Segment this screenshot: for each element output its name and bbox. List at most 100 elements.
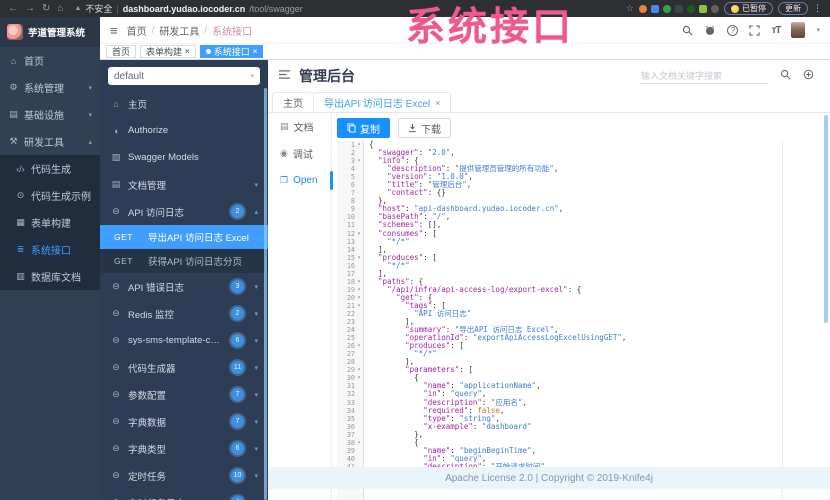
sidebar-subitem-系统接口[interactable]: ≣ 系统接口 [0, 236, 100, 263]
sidebar-subitem-表单构建[interactable]: ▦ 表单构建 [0, 209, 100, 236]
sidebar-subitem-数据库文档[interactable]: ▥ 数据库文档 [0, 263, 100, 290]
mini-tab-Open[interactable]: ❐ Open [268, 167, 333, 194]
extension-icon[interactable] [699, 4, 707, 13]
copy-button[interactable]: 复制 [337, 118, 390, 138]
operation-导出API 访问日志 Excel[interactable]: GET 导出API 访问日志 Excel [100, 225, 268, 249]
update-button[interactable]: 更新 [778, 2, 808, 15]
api-group-代码生成器[interactable]: ⊖ 代码生成器 11 ▾ [100, 354, 268, 381]
api-item-label: Authorize [128, 125, 169, 136]
tag-首页[interactable]: 首页 [106, 45, 137, 58]
sidebar-subitem-代码生成示例[interactable]: ⊙ 代码生成示例 [0, 182, 100, 209]
fold-icon[interactable]: ▾ [355, 141, 363, 149]
browser-home-icon[interactable]: ⌂ [57, 3, 63, 14]
mini-tab-调试[interactable]: ◉ 调试 [268, 140, 331, 167]
doc-tab-导出API 访问日志 Excel[interactable]: 导出API 访问日志 Excel × [313, 92, 452, 112]
mini-tab-文档[interactable]: ▤ 文档 [268, 113, 331, 140]
fold-icon[interactable]: ▾ [355, 157, 363, 165]
api-group-字典数据[interactable]: ⊖ 字典数据 7 ▾ [100, 408, 268, 435]
api-group-参数配置[interactable]: ⊖ 参数配置 7 ▾ [100, 381, 268, 408]
api-item-Authorize[interactable]: ◖ Authorize [100, 117, 268, 144]
avatar[interactable] [791, 22, 806, 38]
close-icon[interactable]: × [253, 47, 258, 56]
chevron-down-icon: ▾ [250, 73, 254, 80]
app-title: 芋道管理系统 [28, 28, 86, 39]
help-icon[interactable]: ? [727, 24, 739, 36]
tag-系统接口[interactable]: 系统接口 × [199, 45, 264, 58]
lock-icon: ◖ [113, 125, 119, 136]
emoji-extension-icon [731, 4, 739, 13]
bookmark-star-icon[interactable]: ☆ [626, 3, 634, 14]
back-icon[interactable]: ← [8, 3, 18, 14]
forward-icon[interactable]: → [25, 3, 35, 14]
fold-icon[interactable]: ▾ [355, 254, 363, 262]
extension-icon[interactable] [663, 4, 671, 13]
fold-icon[interactable]: ▾ [355, 230, 363, 238]
fold-icon[interactable]: ▾ [355, 439, 363, 447]
search-icon[interactable] [682, 25, 693, 36]
operation-获得API 访问日志分页[interactable]: GET 获得API 访问日志分页 [100, 249, 268, 273]
extension-icon[interactable] [687, 4, 695, 13]
extension-icon[interactable] [675, 4, 683, 13]
search-icon[interactable] [780, 67, 791, 85]
fold-icon[interactable]: ▾ [355, 374, 363, 382]
download-button[interactable]: 下载 [398, 118, 451, 138]
line-number: 37 [346, 430, 355, 439]
fold-icon[interactable]: ▾ [355, 302, 363, 310]
api-group-API 错误日志[interactable]: ⊖ API 错误日志 3 ▾ [100, 273, 268, 300]
fold-icon[interactable]: ▾ [355, 278, 363, 286]
extension-icon[interactable] [711, 4, 719, 13]
close-icon[interactable]: × [435, 98, 440, 108]
sidebar-scrollbar[interactable] [264, 88, 267, 500]
fullscreen-icon[interactable] [749, 24, 761, 36]
gutter-line: 15 ▾ [337, 254, 363, 262]
fold-icon[interactable]: ▾ [355, 342, 363, 350]
chevron-down-icon[interactable]: ▾ [816, 26, 820, 34]
collapse-icon[interactable] [278, 67, 291, 85]
group-select[interactable]: default ▾ [108, 67, 260, 85]
line-number: 7 [350, 189, 355, 198]
sidebar-item-研发工具[interactable]: ⚒ 研发工具 ▴ [0, 128, 100, 155]
api-group-sys-sms-template-controller[interactable]: ⊖ sys-sms-template-controller 6 ▾ [100, 327, 268, 354]
sidebar-item-基础设施[interactable]: ▤ 基础设施 ▾ [0, 101, 100, 128]
browser-menu-icon[interactable]: ⋮ [813, 3, 822, 14]
fold-icon[interactable]: ▾ [355, 286, 363, 294]
api-group-API 访问日志[interactable]: ⊖ API 访问日志 2 ▴ [100, 198, 268, 225]
reload-icon[interactable]: ↻ [42, 3, 50, 14]
extension-icon[interactable] [651, 4, 659, 13]
gutter-line: 2 [337, 149, 363, 157]
api-group-定时任务[interactable]: ⊖ 定时任务 10 ▾ [100, 462, 268, 489]
paused-button[interactable]: 已暂停 [724, 2, 773, 15]
breadcrumb-devtools[interactable]: 研发工具 [159, 23, 199, 38]
sidebar-subitem-代码生成[interactable]: ‹/› 代码生成 [0, 155, 100, 182]
api-group-定时任务日志[interactable]: ⊖定时任务日志4▾ [100, 489, 268, 500]
api-item-Swagger Models[interactable]: ▧ Swagger Models [100, 144, 268, 171]
tag-表单构建[interactable]: 表单构建 × [140, 45, 196, 58]
breadcrumb-current: 系统接口 [212, 26, 253, 38]
expand-icon[interactable] [803, 67, 814, 85]
line-number: 19 [346, 285, 355, 294]
content-scrollbar[interactable] [824, 115, 828, 323]
tags-view: 首页 表单构建 × 系统接口 × [100, 44, 830, 60]
api-group-字典类型[interactable]: ⊖ 字典类型 6 ▾ [100, 435, 268, 462]
hamburger-icon[interactable]: ≡ [110, 23, 118, 38]
font-size-icon[interactable]: тT [771, 25, 781, 36]
app-logo[interactable]: 芋道管理系统 [0, 17, 100, 47]
fold-icon[interactable]: ▾ [355, 294, 363, 302]
sidebar-item-首页[interactable]: ⌂ 首页 [0, 47, 100, 74]
gutter-line: 5 [337, 173, 363, 181]
github-icon[interactable] [704, 25, 716, 36]
address-bar[interactable]: ▲ 不安全 | dashboard.yudao.iocoder.cn/tool/… [74, 2, 302, 15]
api-group-Redis 监控[interactable]: ⊖ Redis 监控 2 ▾ [100, 300, 268, 327]
breadcrumb-home[interactable]: 首页 [127, 23, 147, 38]
fold-icon[interactable]: ▾ [355, 366, 363, 374]
line-number: 1 [350, 141, 355, 149]
code-editor[interactable]: 1 ▾ 2 3 ▾ 4 5 6 7 8 9 10 11 12 ▾ 13 14 15 ▾ 16 1… [337, 141, 823, 500]
api-item-文档管理[interactable]: ▤ 文档管理 ▾ [100, 171, 268, 198]
doc-search-input[interactable] [640, 68, 768, 84]
api-item-主页[interactable]: ⌂ 主页 [100, 90, 268, 117]
close-icon[interactable]: × [185, 47, 190, 56]
doc-tab-主页[interactable]: 主页 [272, 92, 314, 112]
extension-icon[interactable] [639, 4, 647, 13]
form-icon: ▦ [16, 217, 25, 227]
sidebar-item-系统管理[interactable]: ⚙ 系统管理 ▾ [0, 74, 100, 101]
